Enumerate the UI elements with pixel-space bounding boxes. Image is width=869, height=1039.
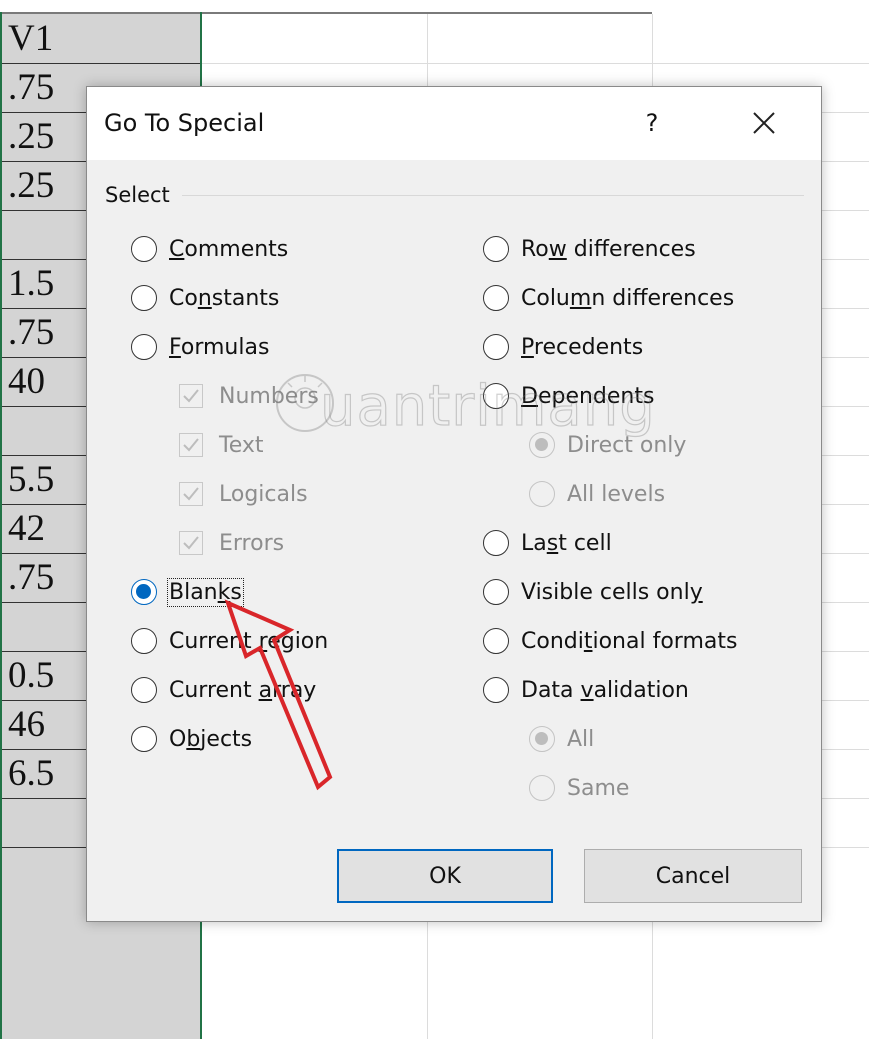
checkbox-text[interactable]: Text <box>179 429 264 461</box>
cell-value[interactable]: .25 <box>8 161 54 210</box>
cancel-button[interactable]: Cancel <box>584 849 802 903</box>
option-label: Direct only <box>567 432 687 458</box>
option-current-region[interactable]: Current region <box>131 625 328 657</box>
option-label: Current array <box>169 677 317 703</box>
cell-value[interactable]: 0.5 <box>8 651 54 700</box>
cell-value[interactable]: .75 <box>8 553 54 602</box>
option-data-validation[interactable]: Data validation <box>483 674 689 706</box>
help-icon: ? <box>645 109 659 137</box>
option-column-differences[interactable]: Column differences <box>483 282 734 314</box>
option-formulas[interactable]: Formulas <box>131 331 269 363</box>
radio-icon[interactable] <box>529 775 555 801</box>
checkmark-icon[interactable] <box>179 433 203 457</box>
radio-icon[interactable] <box>131 628 157 654</box>
option-label: Formulas <box>169 334 270 360</box>
radio-icon[interactable] <box>131 334 157 360</box>
close-button[interactable] <box>742 101 786 145</box>
cell-value[interactable]: 1.5 <box>8 259 54 308</box>
radio-selected-icon[interactable] <box>131 579 157 605</box>
radio-icon[interactable] <box>529 481 555 507</box>
radio-icon[interactable] <box>131 677 157 703</box>
option-label: Constants <box>169 285 280 311</box>
radio-icon[interactable] <box>483 628 509 654</box>
checkbox-label: Text <box>219 432 264 458</box>
option-all-levels[interactable]: All levels <box>529 478 665 510</box>
select-group-label: Select <box>105 183 170 207</box>
option-label: Objects <box>169 726 253 752</box>
option-label: All <box>567 726 595 752</box>
option-objects[interactable]: Objects <box>131 723 252 755</box>
option-precedents[interactable]: Precedents <box>483 331 643 363</box>
cell-value[interactable]: 6.5 <box>8 749 54 798</box>
option-label: Comments <box>169 236 289 262</box>
dialog-titlebar: Go To Special ? <box>87 87 821 160</box>
radio-icon[interactable] <box>483 383 509 409</box>
cell-value[interactable]: 5.5 <box>8 455 54 504</box>
option-label: Column differences <box>521 285 735 311</box>
option-row-differences[interactable]: Row differences <box>483 233 696 265</box>
cell-value[interactable]: 46 <box>8 700 45 749</box>
option-comments[interactable]: Comments <box>131 233 288 265</box>
option-label: Row differences <box>521 236 696 262</box>
option-visible-cells-only[interactable]: Visible cells only <box>483 576 703 608</box>
radio-icon[interactable] <box>483 334 509 360</box>
go-to-special-dialog: Go To Special ? Select Comments Constant… <box>86 86 822 922</box>
cell-value[interactable]: V1 <box>8 14 53 63</box>
option-label: Last cell <box>521 530 612 556</box>
option-label: Same <box>567 775 630 801</box>
option-direct-only[interactable]: Direct only <box>529 429 686 461</box>
checkmark-icon[interactable] <box>179 482 203 506</box>
cell-value[interactable]: .75 <box>8 63 54 112</box>
option-label: Precedents <box>521 334 644 360</box>
radio-icon[interactable] <box>483 285 509 311</box>
option-label: Dependents <box>521 383 655 409</box>
checkbox-label: Errors <box>219 530 285 556</box>
radio-selected-icon[interactable] <box>529 432 555 458</box>
radio-icon[interactable] <box>131 236 157 262</box>
option-label: Conditional formats <box>521 628 738 654</box>
option-blanks[interactable]: Blanks <box>131 576 244 608</box>
grid-top-border <box>0 12 652 14</box>
help-button[interactable]: ? <box>632 105 672 141</box>
checkmark-icon[interactable] <box>179 384 203 408</box>
option-label: Current region <box>169 628 329 654</box>
radio-icon[interactable] <box>483 236 509 262</box>
radio-icon[interactable] <box>483 677 509 703</box>
radio-icon[interactable] <box>131 726 157 752</box>
radio-icon[interactable] <box>483 579 509 605</box>
option-last-cell[interactable]: Last cell <box>483 527 612 559</box>
checkbox-numbers[interactable]: Numbers <box>179 380 319 412</box>
checkbox-errors[interactable]: Errors <box>179 527 284 559</box>
radio-selected-icon[interactable] <box>529 726 555 752</box>
cell-value[interactable]: .25 <box>8 112 54 161</box>
option-constants[interactable]: Constants <box>131 282 279 314</box>
option-validation-same[interactable]: Same <box>529 772 629 804</box>
option-label: All levels <box>567 481 666 507</box>
option-label: Data validation <box>521 677 689 703</box>
group-divider <box>182 195 804 196</box>
grid-row-line <box>202 63 869 64</box>
option-validation-all[interactable]: All <box>529 723 594 755</box>
option-dependents[interactable]: Dependents <box>483 380 654 412</box>
checkbox-label: Numbers <box>219 383 319 409</box>
checkbox-label: Logicals <box>219 481 308 507</box>
selection-border <box>0 12 2 1039</box>
radio-icon[interactable] <box>131 285 157 311</box>
option-label: Visible cells only <box>521 579 703 605</box>
cell-value[interactable]: .75 <box>8 308 54 357</box>
radio-icon[interactable] <box>483 530 509 556</box>
dialog-title: Go To Special <box>104 109 265 137</box>
cell-value[interactable]: 42 <box>8 504 45 553</box>
option-label: Blanks <box>167 577 244 607</box>
checkmark-icon[interactable] <box>179 531 203 555</box>
option-current-array[interactable]: Current array <box>131 674 316 706</box>
cell-value[interactable]: 40 <box>8 357 45 406</box>
ok-button[interactable]: OK <box>337 849 553 903</box>
checkbox-logicals[interactable]: Logicals <box>179 478 308 510</box>
close-icon <box>753 112 775 134</box>
option-conditional-formats[interactable]: Conditional formats <box>483 625 737 657</box>
